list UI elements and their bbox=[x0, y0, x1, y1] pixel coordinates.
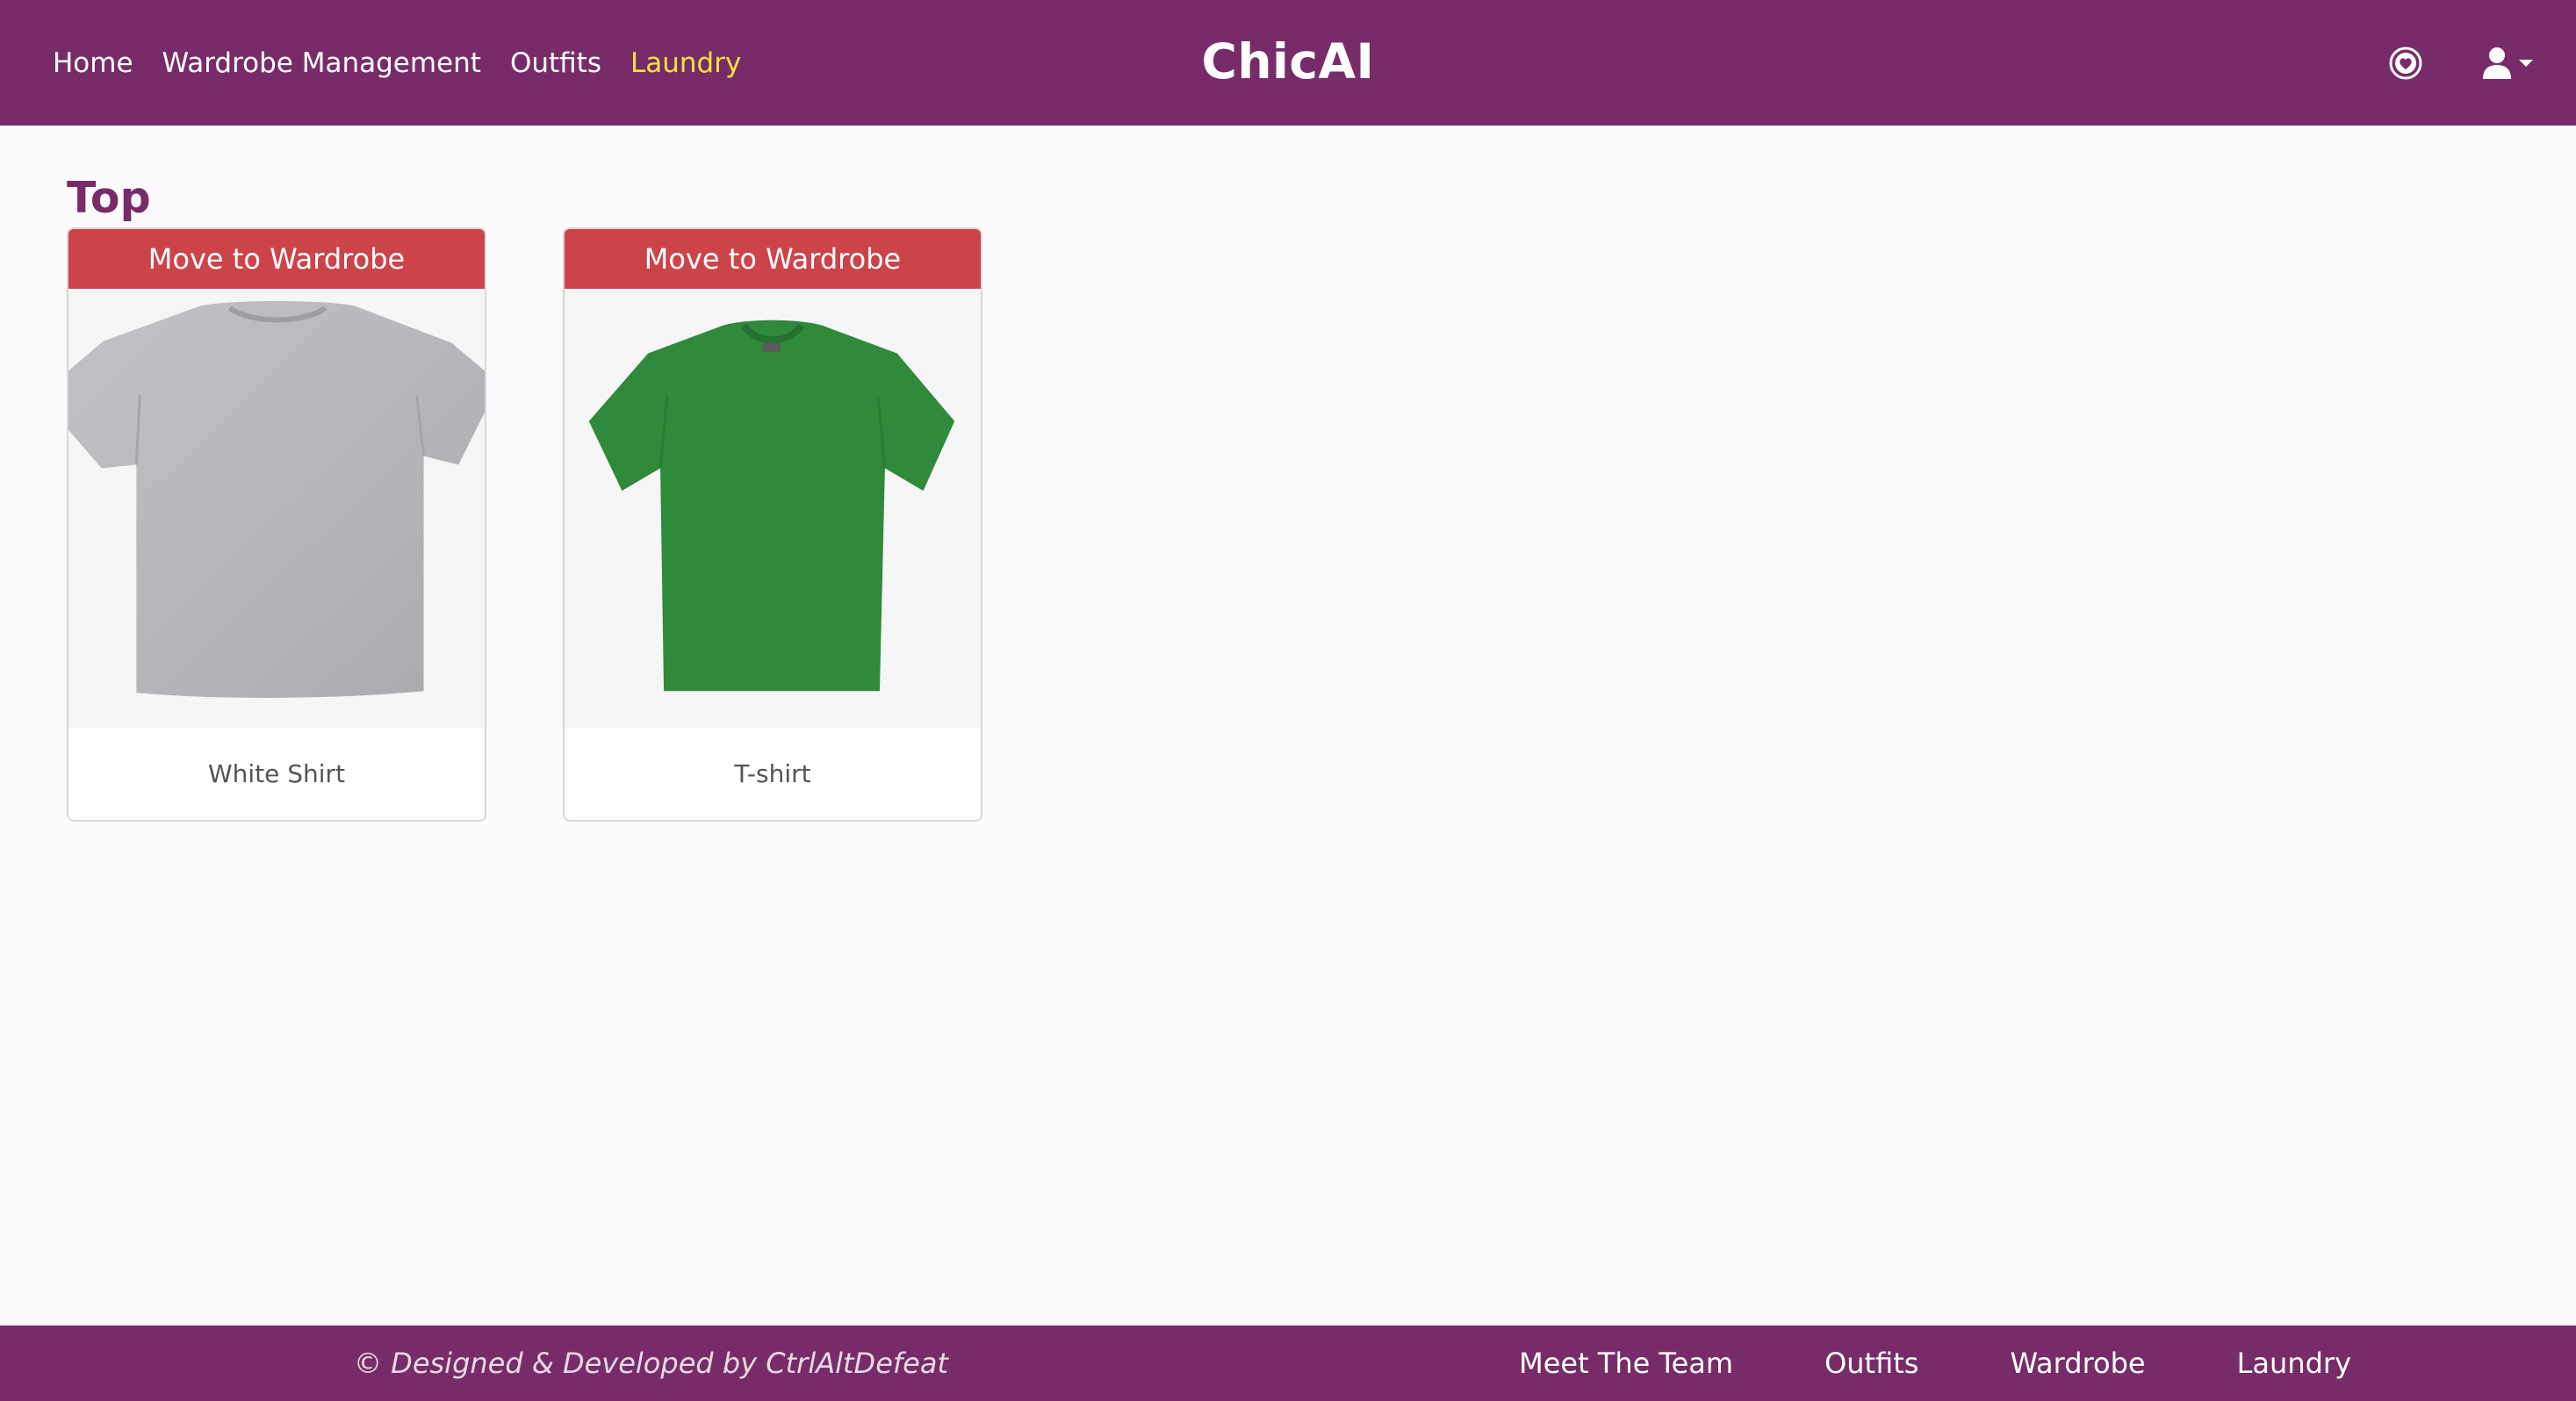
brand-logo[interactable]: ChicAI bbox=[1201, 33, 1374, 93]
clothing-name: T-shirt bbox=[734, 759, 811, 788]
move-to-wardrobe-button[interactable]: Move to Wardrobe bbox=[565, 229, 981, 289]
footer-link-wardrobe[interactable]: Wardrobe bbox=[2010, 1347, 2145, 1380]
clothing-card: Move to Wardrobe T-shirt bbox=[563, 227, 982, 822]
clothing-image-green-tshirt bbox=[565, 289, 981, 728]
laundry-card-grid: Move to Wardrobe White Shirt Move to War… bbox=[67, 227, 982, 822]
nav-link-laundry[interactable]: Laundry bbox=[630, 47, 741, 79]
footer-link-outfits[interactable]: Outfits bbox=[1824, 1347, 1918, 1380]
footer-nav: Meet The Team Outfits Wardrobe Laundry bbox=[1428, 1326, 2351, 1401]
nav-link-home[interactable]: Home bbox=[53, 47, 133, 79]
main-nav: Home Wardrobe Management Outfits Laundry bbox=[53, 0, 770, 126]
top-navbar: Home Wardrobe Management Outfits Laundry… bbox=[0, 0, 2576, 126]
footer-link-laundry[interactable]: Laundry bbox=[2237, 1347, 2351, 1380]
caret-down-icon bbox=[2519, 59, 2533, 67]
nav-link-wardrobe-management[interactable]: Wardrobe Management bbox=[162, 47, 481, 79]
footer-link-meet-the-team[interactable]: Meet The Team bbox=[1519, 1347, 1733, 1380]
green-tshirt-image bbox=[588, 320, 955, 692]
move-to-wardrobe-button[interactable]: Move to Wardrobe bbox=[68, 229, 485, 289]
user-menu-toggle[interactable] bbox=[2481, 46, 2534, 81]
heart-circle-icon bbox=[2389, 47, 2422, 79]
section-title: Top bbox=[67, 173, 151, 223]
nav-link-outfits[interactable]: Outfits bbox=[510, 47, 601, 79]
favorites-button[interactable] bbox=[2386, 44, 2425, 83]
user-icon bbox=[2483, 47, 2511, 79]
page-footer: © Designed & Developed by CtrlAltDefeat … bbox=[0, 1326, 2576, 1401]
gray-tshirt-image bbox=[68, 300, 485, 698]
clothing-card: Move to Wardrobe White Shirt bbox=[67, 227, 486, 822]
nav-actions bbox=[2386, 0, 2534, 126]
clothing-image-gray-tshirt bbox=[68, 289, 485, 728]
footer-credit: © Designed & Developed by CtrlAltDefeat bbox=[354, 1347, 948, 1380]
clothing-name: White Shirt bbox=[207, 759, 346, 788]
